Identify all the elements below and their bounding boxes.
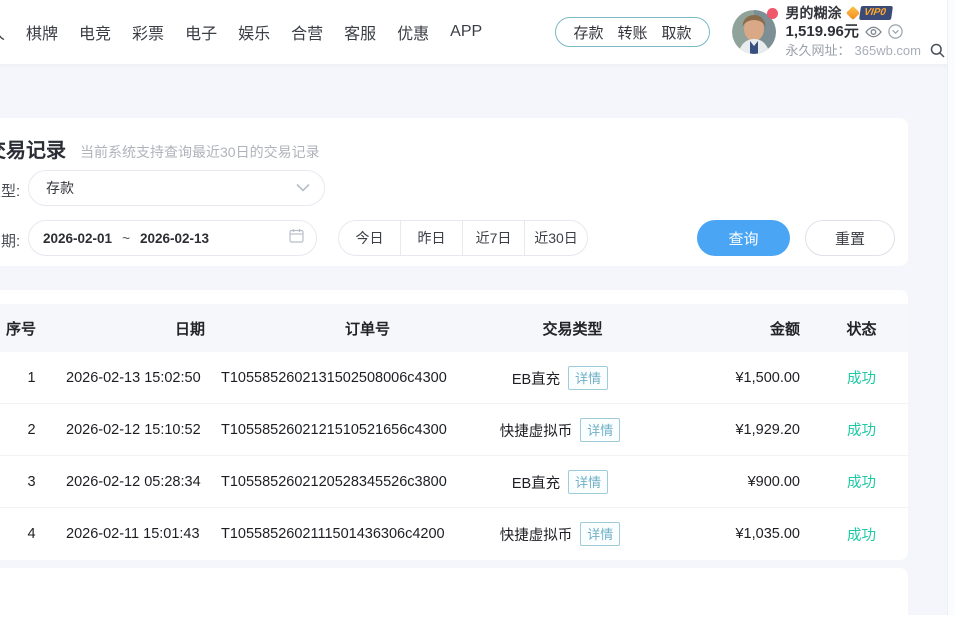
cell-type: 快捷虚拟币详情 <box>490 522 675 546</box>
chevron-down-circle-icon[interactable] <box>888 24 903 39</box>
cell-order: T1055852602121510521656c4300 <box>215 422 490 438</box>
eye-icon[interactable] <box>865 26 882 38</box>
reset-button[interactable]: 重置 <box>805 220 895 256</box>
cell-seq: 2 <box>0 422 65 438</box>
cell-status: 成功 <box>815 367 908 388</box>
detail-link[interactable]: 详情 <box>580 522 620 546</box>
header-amount: 金额 <box>675 318 815 339</box>
cell-order: T1055852602111501436306c4200 <box>215 526 490 542</box>
header-status: 状态 <box>815 318 908 339</box>
topbar-right: 存款 转账 取款 <box>555 6 955 58</box>
header-date: 日期 <box>65 318 215 339</box>
header-order: 订单号 <box>215 318 490 339</box>
cell-type-text: EB直充 <box>512 476 560 492</box>
cell-amount: ¥1,929.20 <box>675 422 815 438</box>
table-row: 1 2026-02-13 15:02:50 T10558526021315025… <box>0 352 908 404</box>
username: 男的糊涂 <box>786 6 842 20</box>
date-label: 日期: <box>0 230 20 251</box>
user-info: 男的糊涂 VIP0 1,519.96元 <box>786 6 946 58</box>
nav-item-chess[interactable]: 棋牌 <box>26 20 58 44</box>
cell-order: T1055852602131502508006c4300 <box>215 370 490 386</box>
avatar[interactable] <box>732 10 776 54</box>
type-select[interactable]: 存款 <box>28 170 325 206</box>
cell-amount: ¥900.00 <box>675 474 815 490</box>
withdraw-button[interactable]: 取款 <box>661 22 691 43</box>
quick-range-30days[interactable]: 近30日 <box>525 221 587 255</box>
cell-date: 2026-02-12 05:28:34 <box>65 474 215 490</box>
table-body: 1 2026-02-13 15:02:50 T10558526021315025… <box>0 352 908 560</box>
search-button[interactable]: 查询 <box>697 220 790 256</box>
top-navigation-bar: 人 棋牌 电竞 彩票 电子 娱乐 合营 客服 优惠 APP 存款 转账 取款 <box>0 0 955 65</box>
header-seq: 序号 <box>0 318 65 339</box>
permanent-url-value: 365wb.com <box>855 44 921 57</box>
table-row: 3 2026-02-12 05:28:34 T10558526021205283… <box>0 456 908 508</box>
permanent-url-label: 永久网址： <box>786 44 851 57</box>
cell-seq: 3 <box>0 474 65 490</box>
filter-card: 交易记录 当前系统支持查询最近30日的交易记录 类型: 存款 日期: 2 <box>0 118 908 266</box>
nav-item-promotions[interactable]: 优惠 <box>397 20 429 44</box>
cell-date: 2026-02-12 15:10:52 <box>65 422 215 438</box>
type-select-value: 存款 <box>46 178 296 198</box>
search-icon[interactable] <box>930 43 945 58</box>
vip-badge: VIP0 <box>848 6 892 20</box>
vip-level-label: VIP0 <box>859 6 893 20</box>
quick-range-today[interactable]: 今日 <box>339 221 401 255</box>
main-nav: 人 棋牌 电竞 彩票 电子 娱乐 合营 客服 优惠 APP <box>0 20 482 44</box>
notification-dot <box>767 8 778 19</box>
content-area: 交易记录 当前系统支持查询最近30日的交易记录 类型: 存款 日期: 2 <box>0 65 955 615</box>
nav-item-app[interactable]: APP <box>450 23 482 41</box>
cell-seq: 4 <box>0 526 65 542</box>
nav-item-affiliate[interactable]: 合营 <box>291 20 323 44</box>
nav-item-lottery[interactable]: 彩票 <box>132 20 164 44</box>
page: 人 棋牌 电竞 彩票 电子 娱乐 合营 客服 优惠 APP 存款 转账 取款 <box>0 0 955 615</box>
calendar-icon <box>289 228 304 248</box>
nav-item-support[interactable]: 客服 <box>344 20 376 44</box>
cell-date: 2026-02-11 15:01:43 <box>65 526 215 542</box>
page-subtitle: 当前系统支持查询最近30日的交易记录 <box>80 142 320 162</box>
cell-type: EB直充详情 <box>490 470 675 494</box>
date-start-value: 2026-02-01 <box>43 231 112 246</box>
date-range-picker[interactable]: 2026-02-01 ~ 2026-02-13 <box>28 220 317 256</box>
transactions-table-card: 序号 日期 订单号 交易类型 金额 状态 1 2026-02-13 15:02:… <box>0 290 908 560</box>
detail-link[interactable]: 详情 <box>580 418 620 442</box>
detail-link[interactable]: 详情 <box>568 366 608 390</box>
cell-amount: ¥1,500.00 <box>675 370 815 386</box>
cell-status: 成功 <box>815 419 908 440</box>
cell-status: 成功 <box>815 471 908 492</box>
transfer-button[interactable]: 转账 <box>617 22 647 43</box>
type-label: 类型: <box>0 180 20 201</box>
cell-status: 成功 <box>815 524 908 545</box>
cell-type-text: EB直充 <box>512 372 560 388</box>
nav-item-slots[interactable]: 电子 <box>185 20 217 44</box>
vip-gem-icon <box>845 6 859 20</box>
chevron-down-icon <box>296 179 310 197</box>
wallet-actions: 存款 转账 取款 <box>555 17 709 47</box>
cell-order: T1055852602120528345526c3800 <box>215 474 490 490</box>
quick-range-yesterday[interactable]: 昨日 <box>401 221 463 255</box>
cell-type: EB直充详情 <box>490 366 675 390</box>
cell-date: 2026-02-13 15:02:50 <box>65 370 215 386</box>
table-row: 4 2026-02-11 15:01:43 T10558526021115014… <box>0 508 908 560</box>
table-row: 2 2026-02-12 15:10:52 T10558526021215105… <box>0 404 908 456</box>
cell-type-text: 快捷虚拟币 <box>500 528 573 544</box>
cell-seq: 1 <box>0 370 65 386</box>
date-separator: ~ <box>122 231 130 246</box>
balance-amount: 1,519.96元 <box>786 24 859 39</box>
header-type: 交易类型 <box>490 318 675 339</box>
date-end-value: 2026-02-13 <box>140 231 209 246</box>
nav-item-entertainment[interactable]: 娱乐 <box>238 20 270 44</box>
cell-type: 快捷虚拟币详情 <box>490 418 675 442</box>
cell-type-text: 快捷虚拟币 <box>500 424 573 440</box>
quick-range-group: 今日 昨日 近7日 近30日 <box>338 220 588 256</box>
scrollbar[interactable] <box>947 0 955 615</box>
table-header: 序号 日期 订单号 交易类型 金额 状态 <box>0 304 908 352</box>
footer-card <box>0 568 908 628</box>
nav-item-partial[interactable]: 人 <box>0 20 5 44</box>
deposit-button[interactable]: 存款 <box>573 22 603 43</box>
cell-amount: ¥1,035.00 <box>675 526 815 542</box>
page-title: 交易记录 <box>0 134 66 163</box>
nav-item-esports[interactable]: 电竞 <box>79 20 111 44</box>
quick-range-7days[interactable]: 近7日 <box>463 221 525 255</box>
detail-link[interactable]: 详情 <box>568 470 608 494</box>
